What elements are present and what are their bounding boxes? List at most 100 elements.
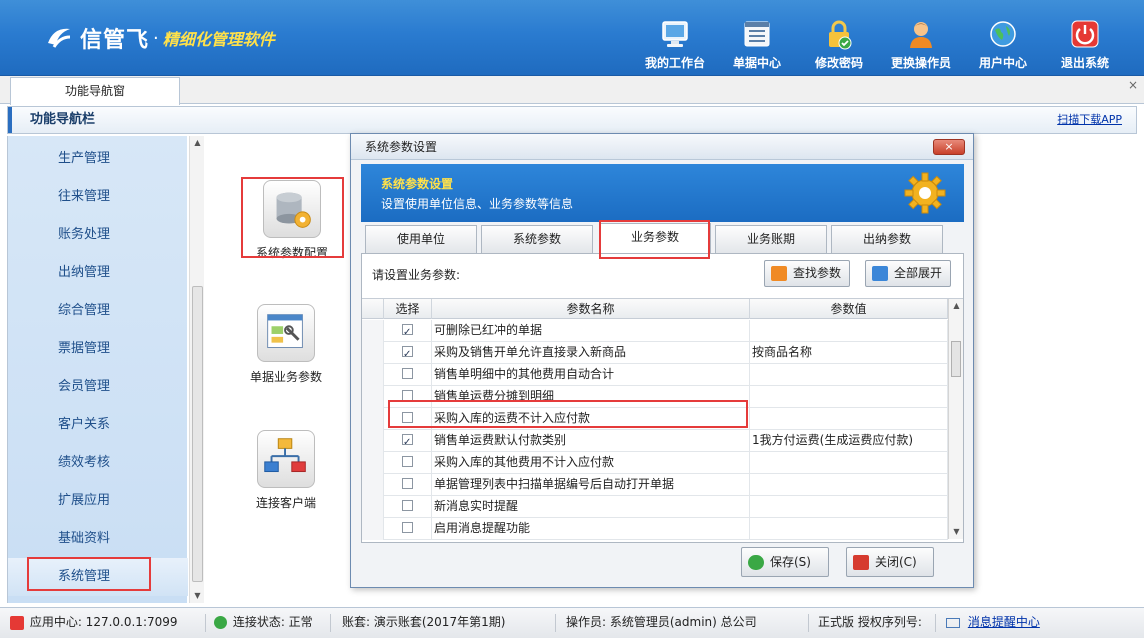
topnav-document-center[interactable]: 单据中心 (718, 18, 796, 71)
parameter-value-cell[interactable] (750, 518, 948, 540)
find-parameter-button[interactable]: 查找参数 (764, 260, 851, 287)
tab-business-period[interactable]: 业务账期 (715, 225, 827, 253)
parameter-name-cell: 采购及销售开单允许直接录入新商品 (432, 342, 750, 364)
tool-document-business-parameters[interactable]: 单据业务参数 (236, 304, 336, 385)
table-row[interactable]: 采购入库的其他费用不计入应付款 (362, 452, 948, 474)
parameter-name-cell: 采购入库的运费不计入应付款 (432, 408, 750, 430)
table-row[interactable]: 启用消息提醒功能 (362, 518, 948, 540)
parameter-value-cell[interactable] (750, 408, 948, 430)
banner-subtitle: 设置使用单位信息、业务参数等信息 (381, 197, 574, 211)
globe-icon (990, 21, 1016, 47)
sidebar-item-cashier[interactable]: 出纳管理 (8, 254, 188, 292)
table-row[interactable]: 可删除已红冲的单据 (362, 320, 948, 342)
table-row[interactable]: 采购入库的运费不计入应付款 (362, 408, 948, 430)
parameter-value-cell[interactable] (750, 474, 948, 496)
select-cell (384, 386, 432, 408)
grid-header: 选择 参数名称 参数值 (362, 299, 948, 319)
scroll-up-icon[interactable]: ▲ (190, 136, 205, 150)
row-checkbox[interactable] (402, 390, 413, 401)
sidebar-item-extensions[interactable]: 扩展应用 (8, 482, 188, 520)
status-separator (935, 614, 936, 632)
tool-connect-client[interactable]: 连接客户端 (236, 430, 336, 511)
row-checkbox[interactable] (402, 522, 413, 533)
operator-status: 操作员: 系统管理员(admin) 总公司 (566, 615, 757, 629)
parameter-value-cell[interactable]: 按商品名称 (750, 342, 948, 364)
dialog-close-icon[interactable]: × (933, 139, 965, 155)
topnav-change-operator[interactable]: 更换操作员 (882, 18, 960, 71)
select-cell (384, 320, 432, 342)
row-checkbox[interactable] (402, 344, 413, 364)
document-list-icon (744, 21, 770, 47)
check-icon (748, 555, 764, 570)
grid-scroll-down-icon[interactable]: ▼ (949, 525, 963, 539)
sidebar-item-performance[interactable]: 绩效考核 (8, 444, 188, 482)
sidebar-item-crm[interactable]: 客户关系 (8, 406, 188, 444)
tab-function-navigation[interactable]: 功能导航窗 (10, 77, 180, 105)
row-checkbox[interactable] (402, 478, 413, 489)
table-row[interactable]: 销售单运费默认付款类别1我方付运费(生成运费应付款) (362, 430, 948, 452)
parameter-value-cell[interactable]: 1我方付运费(生成运费应付款) (750, 430, 948, 452)
grid-scrollbar[interactable]: ▲ ▼ (948, 299, 963, 539)
row-header (362, 496, 384, 518)
sidebar-item-accounts[interactable]: 往来管理 (8, 178, 188, 216)
sidebar-item-bookkeeping[interactable]: 账务处理 (8, 216, 188, 254)
dialog-titlebar[interactable]: 系统参数设置 × (351, 134, 973, 160)
close-button[interactable]: 关闭(C) (846, 547, 934, 577)
sidebar-item-production[interactable]: 生产管理 (8, 140, 188, 178)
parameter-value-cell[interactable] (750, 386, 948, 408)
row-checkbox[interactable] (402, 368, 413, 379)
row-header (362, 474, 384, 496)
topnav-change-password[interactable]: 修改密码 (800, 18, 878, 71)
parameter-value-cell[interactable] (750, 496, 948, 518)
topnav-exit-system[interactable]: 退出系统 (1046, 18, 1124, 71)
scroll-down-icon[interactable]: ▼ (190, 589, 205, 603)
expand-all-button[interactable]: 全部展开 (865, 260, 952, 287)
sidebar-item-members[interactable]: 会员管理 (8, 368, 188, 406)
sidebar-item-system-management[interactable]: 系统管理 (8, 558, 188, 596)
dialog-banner: 系统参数设置 设置使用单位信息、业务参数等信息 (361, 164, 964, 222)
tool-system-parameters[interactable]: 系统参数配置 (242, 180, 342, 261)
close-icon[interactable]: × (1128, 78, 1138, 92)
close-icon (853, 555, 869, 570)
topnav-workbench[interactable]: 我的工作台 (636, 18, 714, 71)
app-header: 信管飞 · 精细化管理软件 我的工作台 单据中心 修改密码 更换操作员 用户中心… (0, 0, 1144, 76)
table-row[interactable]: 采购及销售开单允许直接录入新商品按商品名称 (362, 342, 948, 364)
tab-system-parameters[interactable]: 系统参数 (481, 225, 593, 253)
status-separator (330, 614, 331, 632)
table-row[interactable]: 销售单明细中的其他费用自动合计 (362, 364, 948, 386)
monitor-icon (662, 21, 688, 47)
banner-title: 系统参数设置 (381, 177, 454, 191)
tab-using-unit[interactable]: 使用单位 (365, 225, 477, 253)
row-checkbox[interactable] (402, 322, 413, 342)
grid-scroll-up-icon[interactable]: ▲ (949, 299, 963, 313)
table-row[interactable]: 新消息实时提醒 (362, 496, 948, 518)
parameter-value-cell[interactable] (750, 364, 948, 386)
row-checkbox[interactable] (402, 412, 413, 423)
sidebar-item-bills[interactable]: 票据管理 (8, 330, 188, 368)
sidebar-scrollbar[interactable]: ▲ ▼ (189, 136, 204, 603)
row-header (362, 364, 384, 386)
tab-business-parameters[interactable]: 业务参数 (599, 223, 711, 253)
table-row[interactable]: 销售单运费分摊到明细 (362, 386, 948, 408)
column-parameter-name: 参数名称 (432, 299, 750, 319)
save-button[interactable]: 保存(S) (741, 547, 829, 577)
sidebar-item-basic-data[interactable]: 基础资料 (8, 520, 188, 558)
select-cell (384, 364, 432, 386)
message-center-status[interactable]: 消息提醒中心 (946, 608, 1040, 636)
grid-scroll-thumb[interactable] (951, 341, 961, 377)
check-circle-icon (214, 616, 227, 629)
tab-cashier-parameters[interactable]: 出纳参数 (831, 225, 943, 253)
topnav-user-center[interactable]: 用户中心 (964, 18, 1042, 71)
message-center-link[interactable]: 消息提醒中心 (968, 615, 1040, 629)
row-header (362, 320, 384, 342)
row-checkbox[interactable] (402, 432, 413, 452)
parameter-value-cell[interactable] (750, 320, 948, 342)
row-checkbox[interactable] (402, 456, 413, 467)
sidebar-scroll-thumb[interactable] (192, 286, 203, 582)
parameter-value-cell[interactable] (750, 452, 948, 474)
row-checkbox[interactable] (402, 500, 413, 511)
sidebar-item-general[interactable]: 综合管理 (8, 292, 188, 330)
table-row[interactable]: 单据管理列表中扫描单据编号后自动打开单据 (362, 474, 948, 496)
parameter-name-cell: 可删除已红冲的单据 (432, 320, 750, 342)
scan-download-app-link[interactable]: 扫描下载APP (1057, 107, 1122, 133)
